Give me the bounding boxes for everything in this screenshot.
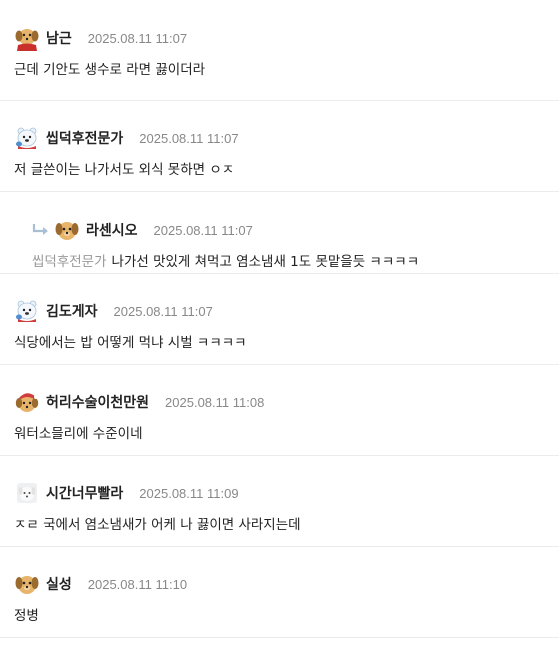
comment-list: 남근 2025.08.11 11:07 근데 기안도 생수로 라면 끓이더라 씹…: [0, 0, 559, 638]
comment-nickname[interactable]: 실성: [46, 574, 72, 594]
comment-date: 2025.08.11 11:07: [87, 30, 188, 46]
puppy-red-avatar-icon[interactable]: [14, 25, 40, 51]
polar-bear-avatar-icon[interactable]: [14, 125, 40, 151]
reply-comment-item: 라센시오 2025.08.11 11:07 씹덕후전문가 나가선 맛있게 쳐먹고 …: [0, 192, 559, 274]
puppy-avatar-icon[interactable]: [54, 217, 80, 243]
comment-text: 씹덕후전문가 나가선 맛있게 쳐먹고 염소냄새 1도 못맡을듯 ㅋㅋㅋㅋ: [32, 252, 559, 272]
puppy-santa-avatar-icon[interactable]: [14, 389, 40, 415]
comment-item: 씹덕후전문가 2025.08.11 11:07 저 글쓴이는 나가서도 외식 못…: [0, 101, 559, 192]
comment-text: 워터소믈리에 수준이네: [14, 426, 143, 442]
comment-nickname[interactable]: 김도게자: [46, 301, 98, 321]
comment-header: 시간너무빨라 2025.08.11 11:09: [14, 479, 559, 507]
comment-item: 허리수술이천만원 2025.08.11 11:08 워터소믈리에 수준이네: [0, 365, 559, 456]
comment-nickname[interactable]: 시간너무빨라: [46, 483, 123, 503]
comment-date: 2025.08.11 11:07: [153, 222, 253, 238]
comment-item: 시간너무빨라 2025.08.11 11:09 ㅈㄹ 국에서 염소냄새가 어케 …: [0, 456, 559, 547]
comment-text: ㅈㄹ 국에서 염소냄새가 어케 나 끓이면 사라지는데: [14, 517, 301, 533]
comment-item: 김도게자 2025.08.11 11:07 식당에서는 밥 어떻게 먹냐 시벌 …: [0, 274, 559, 365]
comment-text: 정병: [14, 608, 39, 624]
comment-date: 2025.08.11 11:10: [87, 576, 188, 592]
comment-nickname[interactable]: 씹덕후전문가: [46, 128, 123, 148]
comment-item: 실성 2025.08.11 11:10 정병: [0, 547, 559, 638]
white-dog-avatar-icon[interactable]: [14, 480, 40, 506]
polar-bear-avatar-icon[interactable]: [14, 298, 40, 324]
comment-header: 김도게자 2025.08.11 11:07: [14, 297, 559, 325]
comment-date: 2025.08.11 11:07: [113, 303, 213, 319]
comment-header: 허리수술이천만원 2025.08.11 11:08: [14, 388, 559, 416]
reply-arrow-icon: [32, 224, 48, 235]
comment-text: 저 글쓴이는 나가서도 외식 못하면 ㅇㅈ: [14, 162, 235, 178]
comment-nickname[interactable]: 라센시오: [86, 220, 138, 240]
comment-date: 2025.08.11 11:09: [139, 485, 239, 501]
comment-nickname[interactable]: 허리수술이천만원: [46, 392, 149, 412]
reply-mention[interactable]: 씹덕후전문가: [32, 254, 107, 270]
comment-header: 남근 2025.08.11 11:07: [14, 24, 559, 52]
comment-item: 남근 2025.08.11 11:07 근데 기안도 생수로 라면 끓이더라: [0, 0, 559, 101]
comment-header: 라센시오 2025.08.11 11:07: [32, 216, 559, 244]
comment-date: 2025.08.11 11:07: [139, 130, 239, 146]
comment-text: 식당에서는 밥 어떻게 먹냐 시벌 ㅋㅋㅋㅋ: [14, 335, 247, 351]
reply-text: 나가선 맛있게 쳐먹고 염소냄새 1도 못맡을듯 ㅋㅋㅋㅋ: [111, 254, 420, 270]
comment-nickname[interactable]: 남근: [46, 28, 72, 48]
comment-date: 2025.08.11 11:08: [165, 394, 265, 410]
puppy-avatar-icon[interactable]: [14, 571, 40, 597]
comment-text: 근데 기안도 생수로 라면 끓이더라: [14, 62, 206, 78]
comment-header: 실성 2025.08.11 11:10: [14, 570, 559, 598]
comment-header: 씹덕후전문가 2025.08.11 11:07: [14, 124, 559, 152]
